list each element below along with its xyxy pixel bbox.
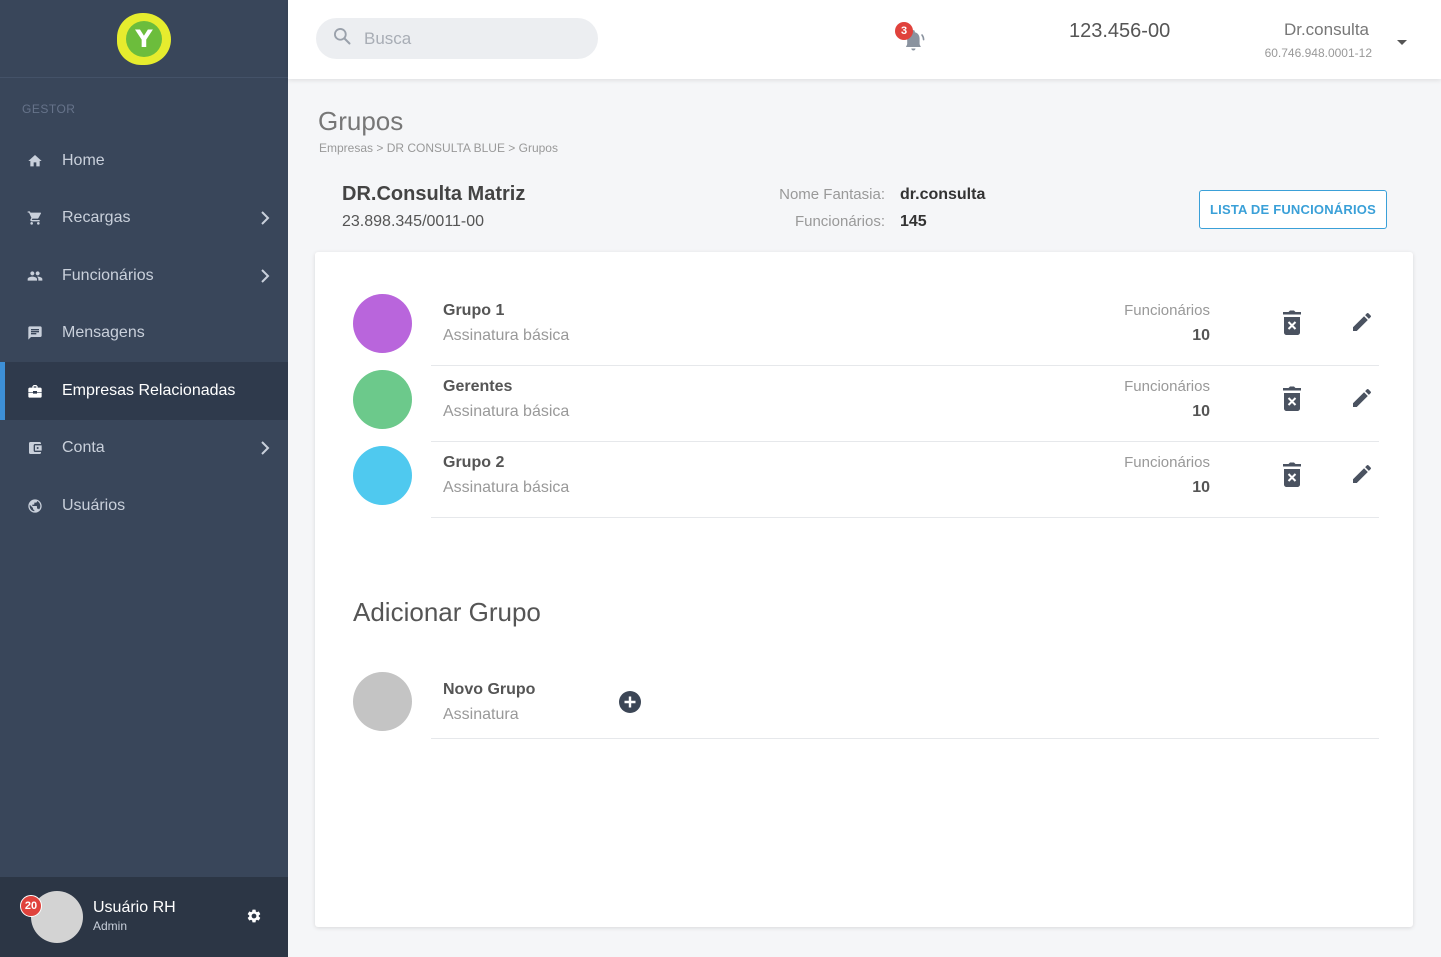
group-count-label: Funcionários [1124, 302, 1210, 319]
pencil-icon [1353, 312, 1372, 331]
user-notification-badge: 20 [20, 895, 42, 917]
funcionarios-label: Funcionários: [794, 213, 885, 230]
add-group-title: Adicionar Grupo [353, 597, 541, 627]
trash-icon [1283, 462, 1301, 487]
breadcrumb: Empresas > DR CONSULTA BLUE > Grupos [319, 141, 558, 155]
page-title: Grupos [318, 106, 404, 136]
new-group-color-swatch[interactable] [353, 672, 412, 731]
company-cnpj: 23.898.345/0011-00 [342, 213, 485, 230]
sidebar-item-label: Conta [62, 439, 105, 457]
brand-logo[interactable]: Y [117, 12, 171, 65]
chevron-right-icon [260, 441, 270, 455]
sidebar-item-funcionarios[interactable]: Funcionários [0, 247, 288, 305]
lista-funcionarios-button[interactable]: LISTA DE FUNCIONÁRIOS [1199, 190, 1387, 229]
groups-card: Grupo 1 Assinatura básica Funcionários 1… [315, 252, 1413, 927]
wallet-icon [26, 439, 44, 457]
sidebar: Y GESTOR Home Recargas Funcionários Mens… [0, 0, 288, 957]
company-name: DR.Consulta Matriz [342, 183, 526, 205]
globe-icon [26, 497, 44, 515]
search-box[interactable] [316, 18, 598, 59]
group-color-swatch [353, 446, 412, 505]
sidebar-item-home[interactable]: Home [0, 132, 288, 190]
user-role: Admin [93, 919, 128, 933]
group-plan: Assinatura básica [443, 327, 570, 344]
search-input[interactable] [364, 28, 564, 49]
group-count-value: 10 [1192, 403, 1210, 420]
notifications-button[interactable]: 3 [895, 22, 929, 54]
delete-group-button[interactable] [1281, 386, 1303, 412]
group-row[interactable]: Gerentes Assinatura básica Funcionários … [315, 366, 1413, 442]
user-name: Usuário RH [93, 899, 176, 916]
edit-group-button[interactable] [1350, 386, 1374, 410]
group-count-value: 10 [1192, 327, 1210, 344]
edit-group-button[interactable] [1350, 462, 1374, 486]
funcionarios-value: 145 [900, 213, 927, 230]
group-name: Grupo 2 [443, 454, 505, 471]
group-plan: Assinatura básica [443, 479, 570, 496]
nome-fantasia-label: Nome Fantasia: [779, 186, 885, 203]
delete-group-button[interactable] [1281, 462, 1303, 488]
sidebar-item-label: Usuários [62, 496, 126, 514]
divider [431, 738, 1379, 739]
sidebar-item-label: Mensagens [62, 324, 145, 342]
notification-count-badge: 3 [895, 22, 913, 40]
trash-icon [1283, 310, 1301, 335]
briefcase-icon [26, 382, 44, 400]
trash-icon [1283, 386, 1301, 411]
group-count-label: Funcionários [1124, 454, 1210, 471]
account-name[interactable]: Dr.consulta [1276, 20, 1369, 40]
logo-letter: Y [126, 20, 162, 57]
group-name: Gerentes [443, 378, 513, 395]
group-count-value: 10 [1192, 479, 1210, 496]
group-color-swatch [353, 294, 412, 353]
topbar: 3 123.456-00 Dr.consulta 60.746.948.0001… [288, 0, 1441, 79]
plus-circle-icon [619, 691, 641, 713]
group-count-label: Funcionários [1124, 378, 1210, 395]
sidebar-item-label: Home [62, 151, 105, 169]
search-icon [332, 26, 352, 51]
pencil-icon [1353, 464, 1372, 483]
sidebar-item-label: Recargas [62, 209, 131, 227]
new-group-name[interactable]: Novo Grupo [443, 681, 535, 699]
delete-group-button[interactable] [1281, 310, 1303, 336]
caret-down-icon[interactable] [1396, 34, 1408, 45]
new-group-plan[interactable]: Assinatura [443, 706, 519, 724]
chevron-right-icon [260, 211, 270, 225]
group-row[interactable]: Grupo 2 Assinatura básica Funcionários 1… [315, 442, 1413, 518]
logo-area: Y [0, 0, 288, 78]
pencil-icon [1353, 388, 1372, 407]
sidebar-section-label: GESTOR [22, 102, 76, 116]
group-plan: Assinatura básica [443, 403, 570, 420]
gear-icon[interactable] [246, 908, 262, 924]
nome-fantasia-value: dr.consulta [900, 186, 986, 203]
group-name: Grupo 1 [443, 302, 505, 319]
sidebar-item-usuarios[interactable]: Usuários [0, 477, 288, 535]
sidebar-item-empresas-relacionadas[interactable]: Empresas Relacionadas [0, 362, 288, 420]
chevron-right-icon [260, 269, 270, 283]
sidebar-item-conta[interactable]: Conta [0, 420, 288, 478]
home-icon [26, 152, 44, 170]
account-document: 60.746.948.0001-12 [1264, 46, 1372, 60]
sidebar-item-mensagens[interactable]: Mensagens [0, 305, 288, 363]
people-icon [26, 267, 44, 285]
add-group-button[interactable] [618, 690, 642, 714]
sidebar-user-panel: 20 Usuário RH Admin [0, 877, 288, 957]
account-number: 123.456-00 [1069, 20, 1171, 42]
edit-group-button[interactable] [1350, 310, 1374, 334]
message-icon [26, 324, 44, 342]
sidebar-item-label: Empresas Relacionadas [62, 381, 236, 399]
cart-icon [26, 209, 44, 227]
group-color-swatch [353, 370, 412, 429]
sidebar-item-recargas[interactable]: Recargas [0, 190, 288, 248]
divider [431, 517, 1379, 518]
group-row[interactable]: Grupo 1 Assinatura básica Funcionários 1… [315, 290, 1413, 366]
sidebar-item-label: Funcionários [62, 266, 154, 284]
